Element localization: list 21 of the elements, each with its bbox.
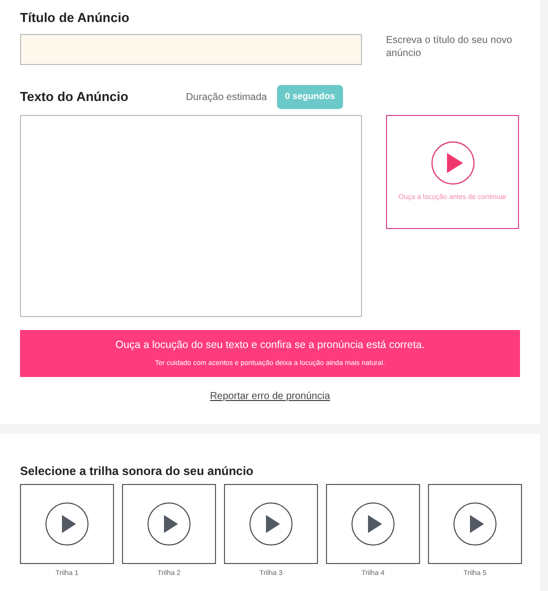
duration-badge: 0 segundos xyxy=(276,85,343,109)
play-icon xyxy=(249,502,293,546)
title-hint: Escreva o título do seu novo anúncio xyxy=(386,34,514,61)
play-icon xyxy=(147,502,191,546)
report-link[interactable]: Reportar erro de pronúncia xyxy=(210,389,330,404)
play-icon xyxy=(453,502,497,546)
track-card[interactable] xyxy=(428,484,522,564)
section-heading: Selecione a trilha sonora do seu anúncio xyxy=(20,463,254,480)
play-icon xyxy=(45,502,89,546)
track-card[interactable] xyxy=(20,484,114,564)
duration-label: Duração estimada xyxy=(186,90,267,104)
banner-message: Ouça a locução do seu texto e confira se a pronúncia está correta. xyxy=(115,338,425,353)
section-heading: Texto do Anúncio xyxy=(20,88,128,106)
title-input-field[interactable] xyxy=(20,34,362,65)
ad-text-field[interactable] xyxy=(20,115,362,317)
track-card[interactable] xyxy=(224,484,318,564)
section-heading: Título de Anúncio xyxy=(20,9,130,27)
play-icon xyxy=(430,140,474,185)
play-icon xyxy=(351,502,395,546)
track-card[interactable] xyxy=(122,484,216,564)
track-card[interactable] xyxy=(326,484,420,564)
